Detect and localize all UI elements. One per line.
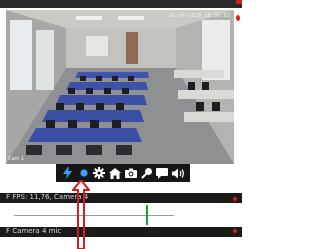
status-dot <box>233 197 237 201</box>
home-icon[interactable] <box>109 167 122 180</box>
camera-feed[interactable]: 21-06-2019 10:36:03 Cam 1 <box>6 10 234 164</box>
camera-icon[interactable] <box>124 167 137 180</box>
status-dot <box>233 229 237 233</box>
record-dot-icon[interactable] <box>77 167 90 180</box>
mic-status-label: F Camera 4 mic <box>6 227 62 235</box>
audio-level-indicator <box>146 205 148 225</box>
gear-icon[interactable] <box>93 167 106 180</box>
chat-icon[interactable] <box>156 167 169 180</box>
annotation-arrow <box>72 180 90 249</box>
app-window: 21-06-2019 10:36:03 Cam 1 F FPS: 11,76, … <box>0 0 242 249</box>
zoom-icon[interactable] <box>140 167 153 180</box>
status-dot <box>236 15 240 21</box>
top-strip <box>0 0 242 8</box>
camera-name-label: Cam 1 <box>8 156 25 162</box>
camera-timestamp: 21-06-2019 10:36:03 <box>169 13 230 19</box>
fps-status-bar: F FPS: 11,76, Camera 4 <box>0 193 242 203</box>
bottom-area <box>0 237 242 249</box>
classroom-image <box>6 10 234 164</box>
level-baseline <box>14 215 174 216</box>
lightning-icon[interactable] <box>61 167 74 180</box>
close-marker[interactable] <box>236 0 242 4</box>
mic-status-bar: F Camera 4 mic <box>0 227 242 237</box>
speaker-icon[interactable] <box>171 167 185 180</box>
